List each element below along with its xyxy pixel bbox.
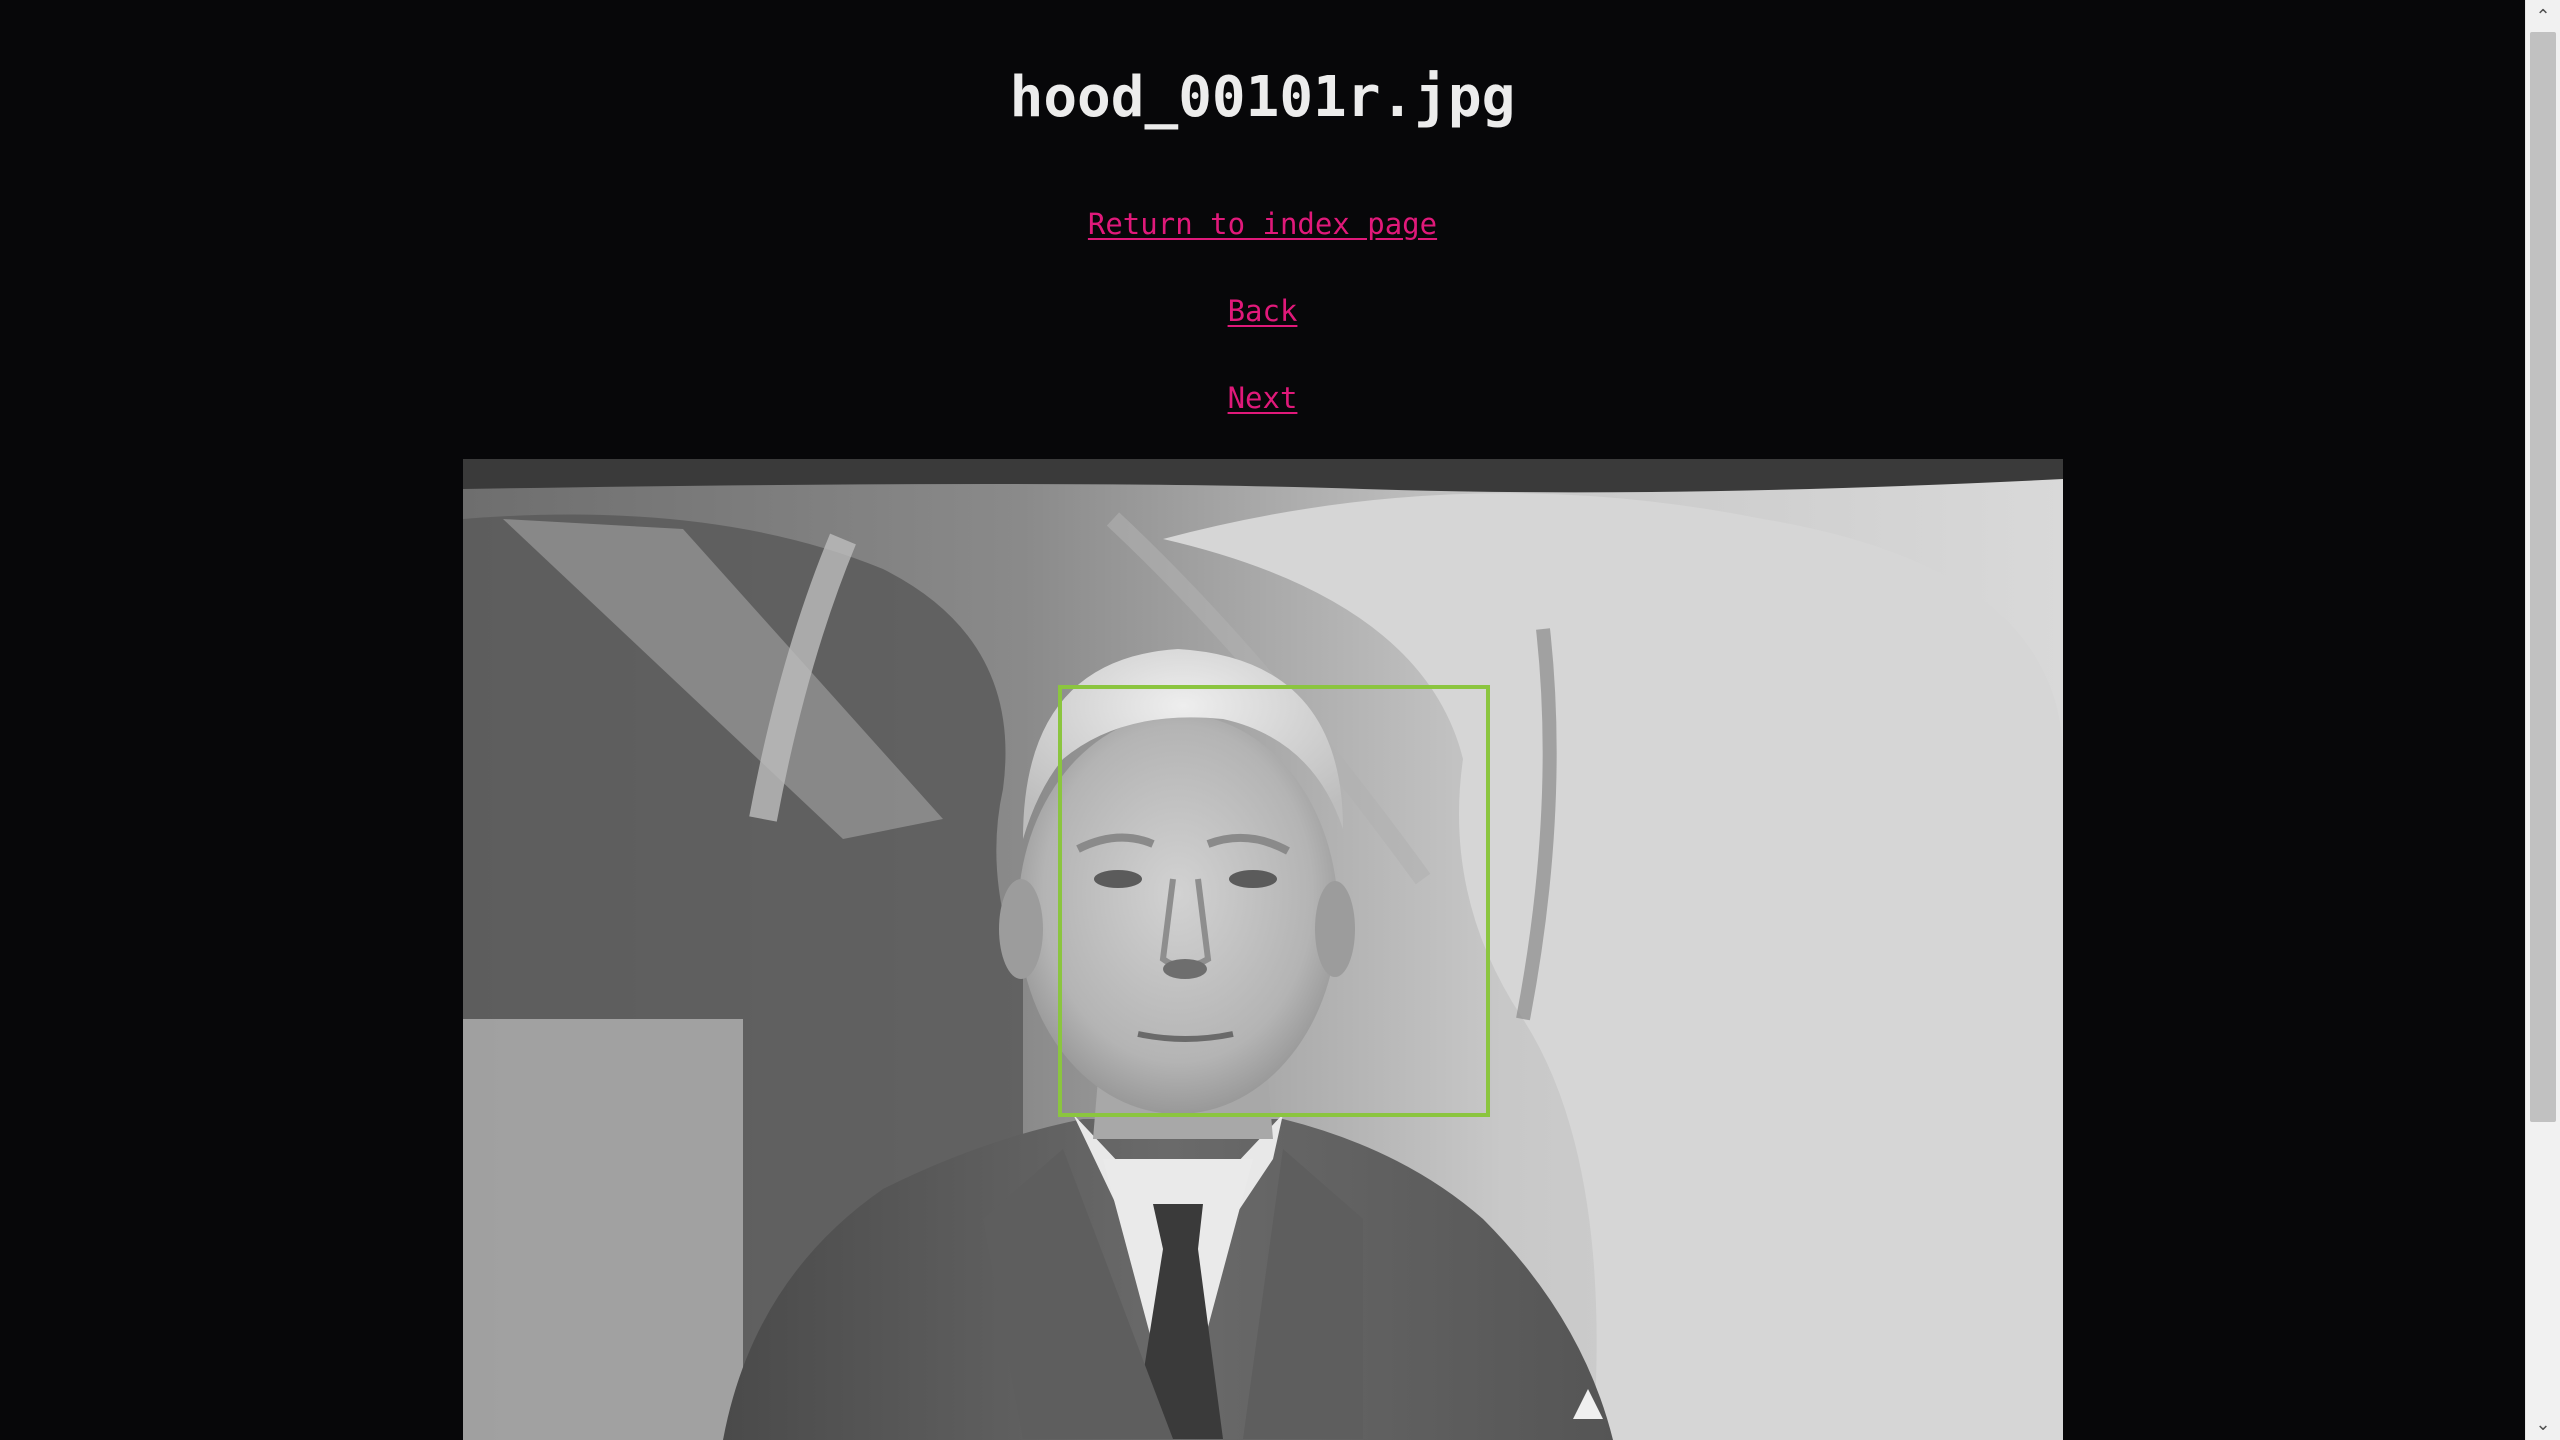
vertical-scrollbar[interactable]: ⌃ ⌄ (2525, 0, 2560, 1440)
scrollbar-thumb[interactable] (2530, 32, 2556, 1122)
nav-back-container: Back (0, 291, 2525, 331)
page-title: hood_00101r.jpg (1009, 65, 1516, 130)
next-link[interactable]: Next (1228, 381, 1298, 415)
back-link[interactable]: Back (1228, 294, 1298, 328)
page-viewport: hood_00101r.jpg Return to index page Bac… (0, 0, 2525, 1440)
return-to-index-link[interactable]: Return to index page (1088, 207, 1437, 241)
nav-index-container: Return to index page (0, 204, 2525, 244)
chevron-up-icon[interactable]: ⌃ (2526, 0, 2560, 32)
portrait-photo (463, 459, 2063, 1440)
face-detection-box (1058, 685, 1490, 1117)
nav-next-container: Next (0, 378, 2525, 418)
chevron-down-icon[interactable]: ⌄ (2526, 1408, 2560, 1440)
